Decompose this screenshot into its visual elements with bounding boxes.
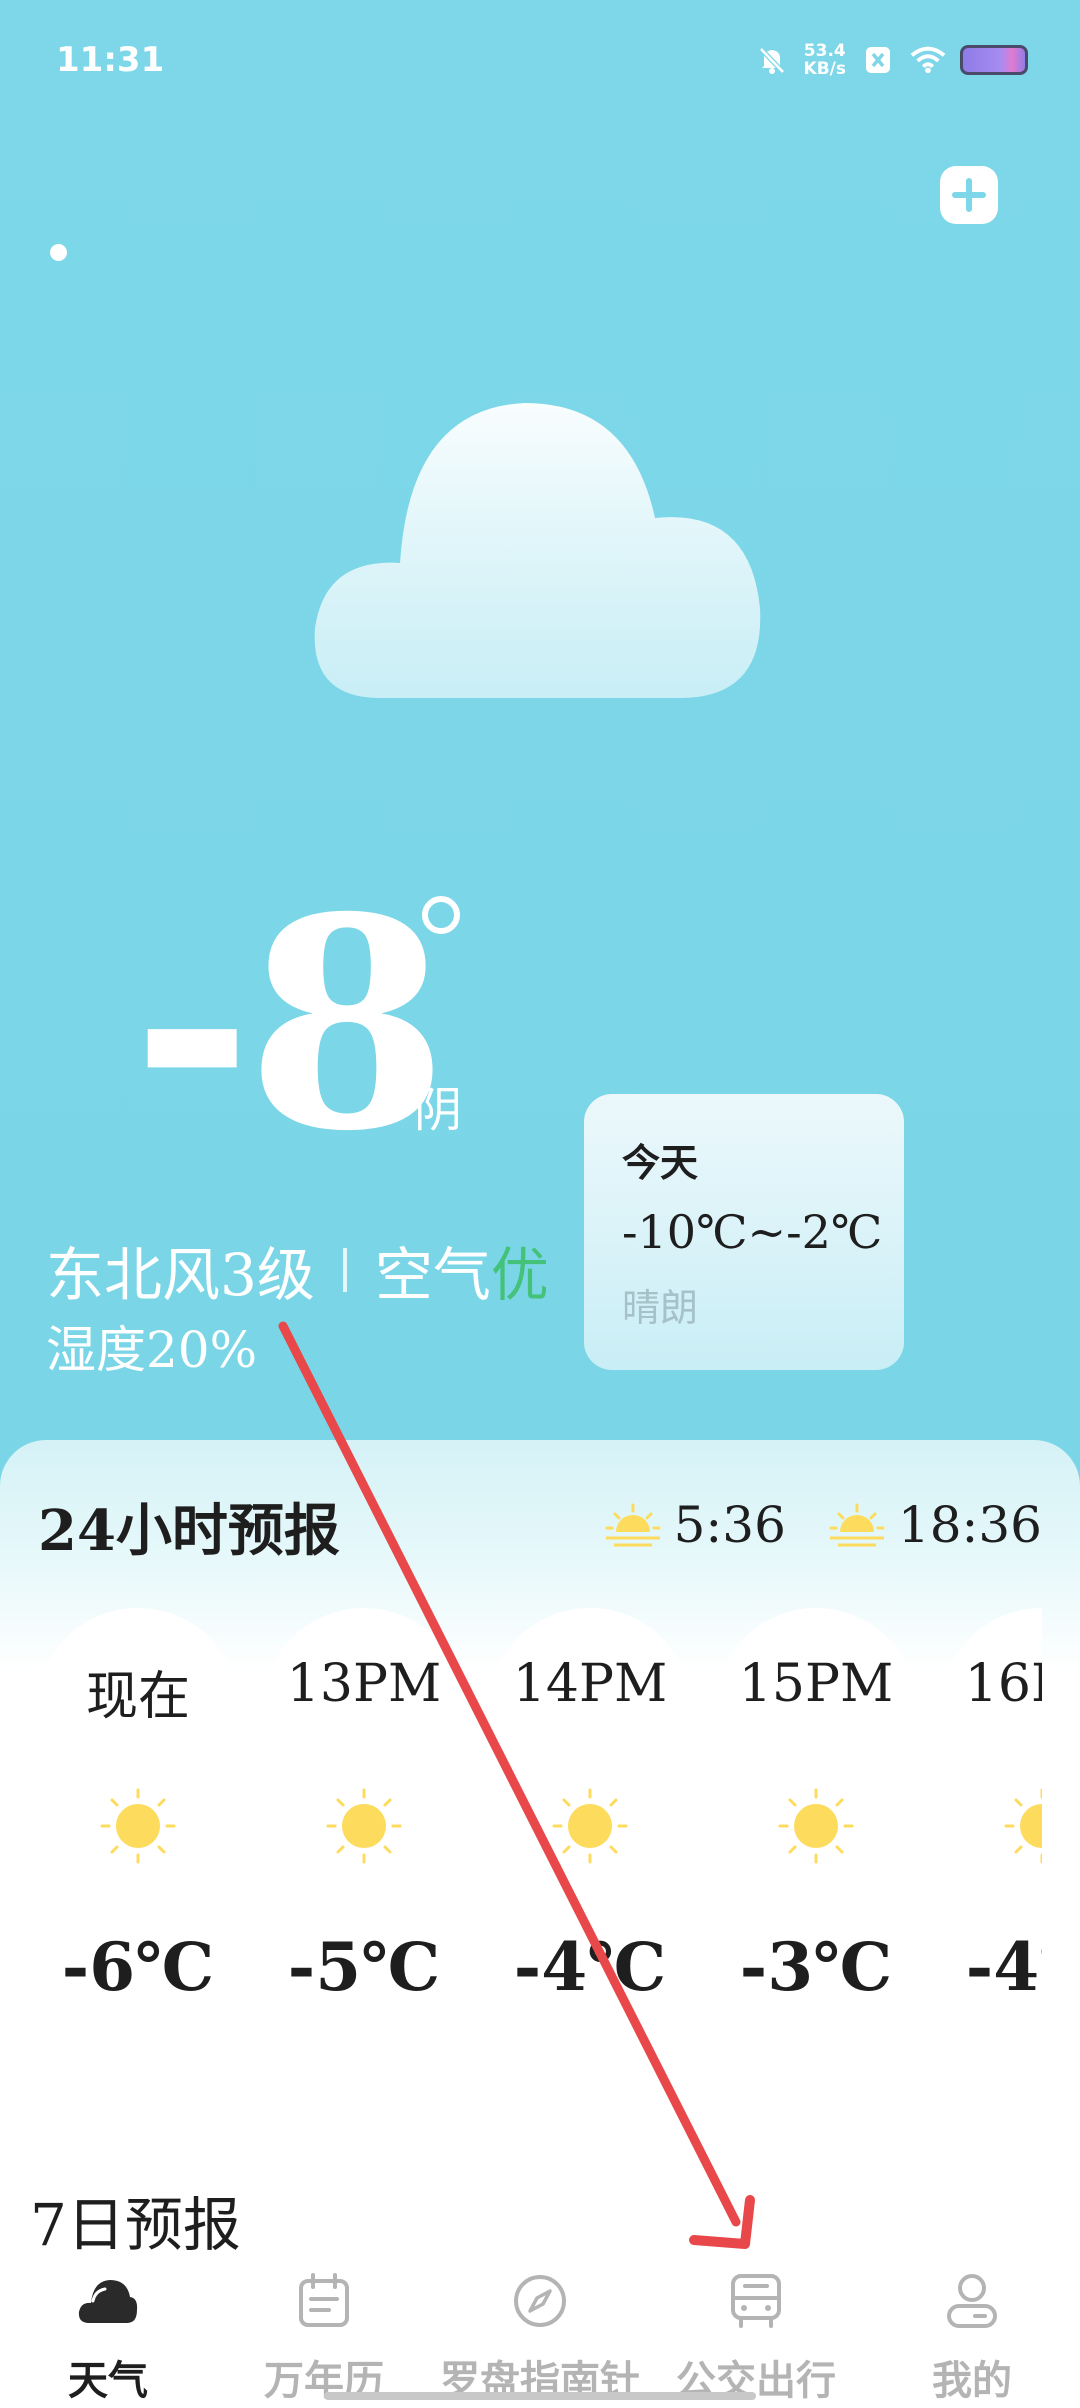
wifi-icon: [910, 42, 946, 78]
sun-icon: [552, 1788, 628, 1864]
nav-label: 我的: [932, 2357, 1012, 2404]
humidity-text: 湿度20%: [46, 1321, 258, 1379]
network-speed-value: 53.4: [803, 41, 846, 61]
status-time: 11:31: [56, 40, 165, 80]
sunrise-time: 5:36: [673, 1496, 786, 1554]
hour-label: 现在: [85, 1667, 190, 1727]
hour-item: 14PM -4℃: [488, 1608, 692, 2028]
x-box-icon: [860, 42, 896, 78]
hour-item: 13PM -5℃: [262, 1608, 466, 2028]
status-icons: 53.4 KB/s: [754, 42, 1028, 78]
home-indicator[interactable]: [324, 2392, 756, 2400]
sun-icon: [778, 1788, 854, 1864]
hour-label: 15PM: [738, 1654, 894, 1714]
nav-item-compass[interactable]: 罗盘指南针: [432, 2250, 648, 2406]
hour-temp: -5℃: [287, 1928, 441, 2006]
plus-icon: [952, 178, 986, 212]
bottom-nav: 天气 万年历 罗盘指南针 公交出行 我的: [0, 2250, 1080, 2408]
weather-condition: 阴: [414, 1082, 463, 1138]
today-temp-range: -10℃~-2℃: [622, 1205, 883, 1259]
nav-item-weather[interactable]: 天气: [0, 2250, 216, 2406]
today-card[interactable]: 今天 -10℃~-2℃ 晴朗: [584, 1094, 904, 1370]
status-bar: 11:31 53.4 KB/s: [0, 0, 1080, 120]
hour-label: 16PM: [964, 1654, 1042, 1714]
hour-temp: -3℃: [739, 1928, 893, 2006]
hour-temp: -4℃: [965, 1928, 1042, 2006]
air-quality-value[interactable]: 优: [491, 1228, 549, 1312]
hour-temp: -4℃: [513, 1928, 667, 2006]
hour-label: 13PM: [286, 1654, 442, 1714]
calendar-icon: [293, 2270, 355, 2332]
hour-label: 14PM: [512, 1654, 668, 1714]
sunset-time: 18:36: [897, 1496, 1042, 1554]
nav-item-profile[interactable]: 我的: [864, 2250, 1080, 2406]
add-city-button[interactable]: [940, 166, 998, 224]
today-description: 晴朗: [622, 1286, 699, 1330]
sunrise-icon: [605, 1503, 661, 1547]
divider: [342, 1248, 347, 1292]
network-speed-unit: KB/s: [803, 59, 846, 79]
sun-icon: [326, 1788, 402, 1864]
sun-icon: [1004, 1788, 1042, 1864]
air-label: 空气: [374, 1241, 491, 1309]
hour-item: 现在 -6℃: [36, 1608, 240, 2028]
battery-icon: [960, 45, 1028, 75]
hour-item: 15PM -3℃: [714, 1608, 918, 2028]
nav-item-calendar[interactable]: 万年历: [216, 2250, 432, 2406]
today-title: 今天: [622, 1140, 699, 1185]
wind-text: 东北风3级: [46, 1241, 315, 1309]
sun-icon: [100, 1788, 176, 1864]
sun-times: 5:36 18:36: [604, 1496, 1042, 1554]
degree-symbol: [422, 896, 460, 934]
mute-bell-icon: [754, 42, 790, 78]
compass-icon: [509, 2270, 571, 2332]
nav-item-bus[interactable]: 公交出行: [648, 2250, 864, 2406]
user-icon: [941, 2270, 1003, 2332]
bus-icon: [725, 2270, 787, 2332]
current-temperature: -8: [132, 855, 448, 1195]
nav-label: 天气: [68, 2357, 148, 2404]
wind-air-row: 东北风3级 空气 优: [46, 1228, 549, 1312]
hourly-forecast-title: 24小时预报: [38, 1498, 340, 1564]
sunset-icon: [829, 1503, 885, 1547]
hour-temp: -6℃: [61, 1928, 215, 2006]
hour-item: 16PM -4℃: [940, 1608, 1042, 2028]
cloud-icon: [310, 388, 780, 718]
network-speed: 53.4 KB/s: [804, 42, 846, 78]
cloud-icon: [77, 2270, 139, 2332]
page-indicator-dot: [50, 244, 67, 261]
hourly-forecast-list[interactable]: 现在 -6℃ 13PM -5℃ 14PM -4℃ 15PM -3℃ 16 -4: [36, 1608, 1042, 2028]
